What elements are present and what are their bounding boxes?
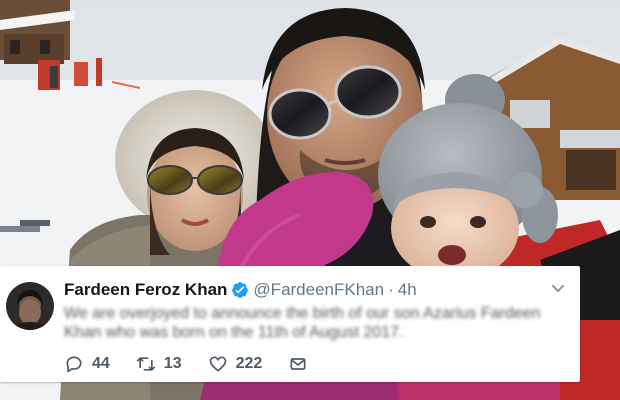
like-button[interactable]: 222 [208,354,263,374]
reply-button[interactable]: 44 [64,354,110,374]
retweet-button[interactable]: 13 [136,354,182,374]
like-icon [209,356,226,372]
message-icon [290,358,306,370]
tweet-card[interactable]: Fardeen Feroz Khan @FardeenFKhan · 4h We… [0,266,580,382]
separator-dot: · [388,280,394,299]
direct-message-button[interactable] [288,354,316,374]
reply-icon [66,356,82,373]
retweet-count: 13 [163,355,182,372]
avatar[interactable] [6,282,54,330]
verified-badge-icon [231,281,249,299]
tweet-header: Fardeen Feroz Khan @FardeenFKhan · 4h [64,278,417,302]
timestamp[interactable]: 4h [398,280,417,300]
tweet-actions: 44 13 222 [64,353,316,375]
reply-count: 44 [92,355,110,372]
retweet-icon [136,357,155,371]
display-name[interactable]: Fardeen Feroz Khan [64,280,227,300]
tweet-text: We are overjoyed to announce the birth o… [64,305,541,341]
chevron-down-icon[interactable] [550,280,566,296]
user-handle[interactable]: @FardeenFKhan [253,280,384,300]
like-count: 222 [235,355,263,372]
